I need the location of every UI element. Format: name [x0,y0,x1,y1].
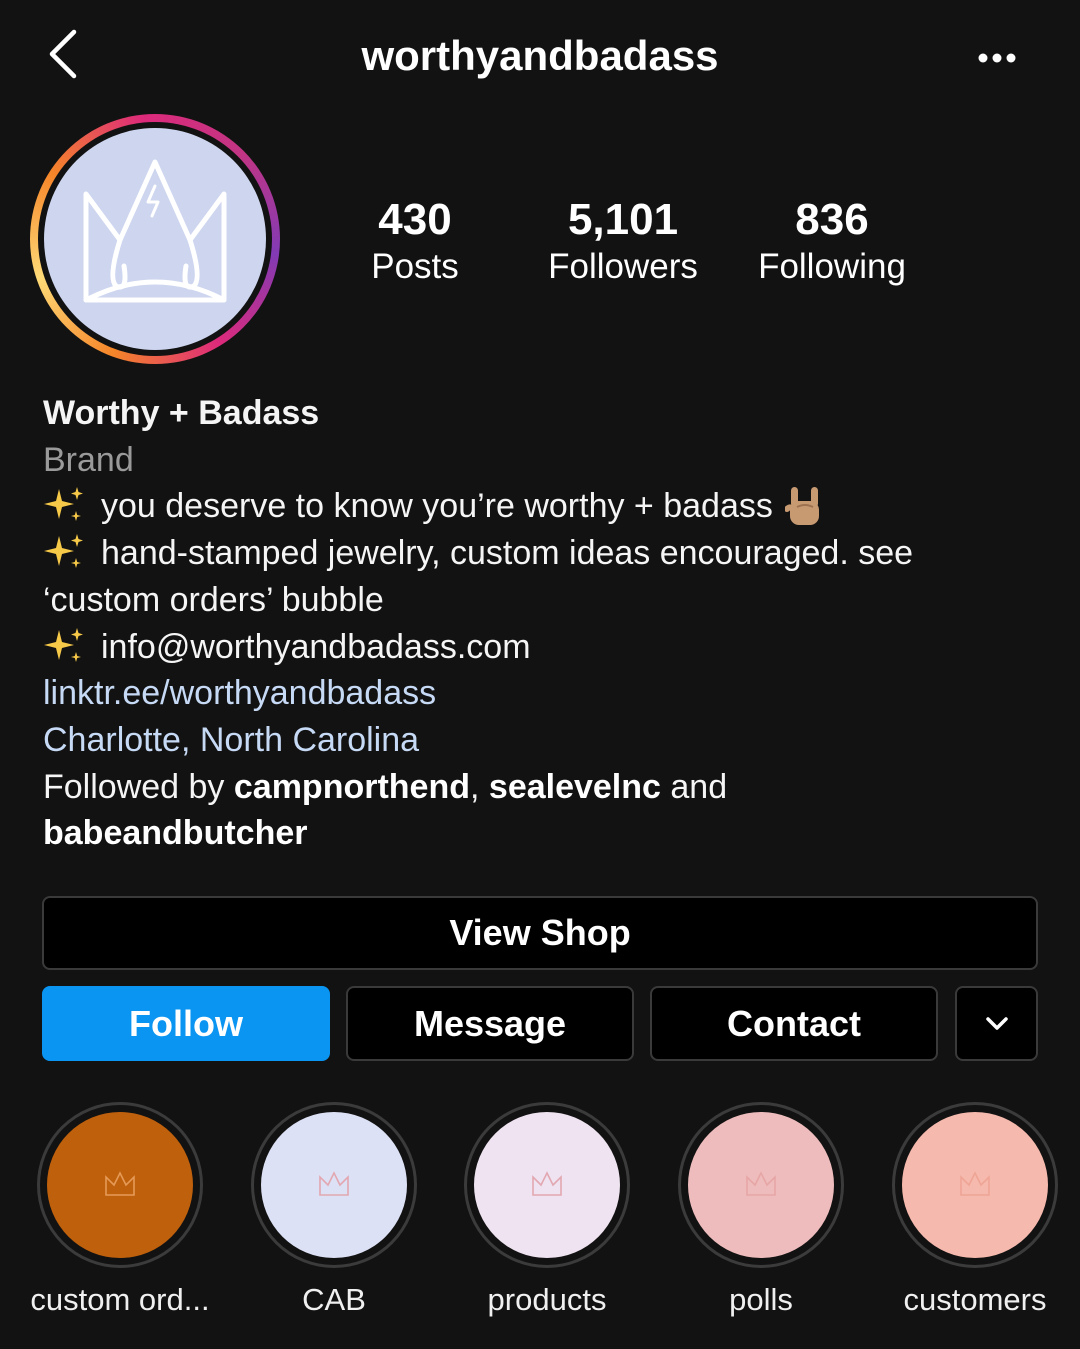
highlight-custom-orders[interactable]: custom ord... [13,1102,227,1318]
highlight-cover [474,1112,620,1258]
highlight-label: custom ord... [30,1282,210,1317]
crown-icon [319,1171,349,1196]
location-link[interactable]: Charlotte, North Carolina [43,717,1043,764]
view-shop-button[interactable]: View Shop [42,896,1038,970]
crown-icon [105,1171,135,1196]
posts-stat[interactable]: 430 Posts [320,196,510,290]
highlight-cover [902,1112,1048,1258]
bio-link[interactable]: linktr.ee/worthyandbadass [43,670,1043,717]
followers-label: Followers [548,247,698,286]
highlight-cover [47,1112,193,1258]
follower-name[interactable]: campnorthend [234,768,470,806]
highlight-label: CAB [302,1282,366,1317]
rock-on-hand-icon [784,487,819,526]
crown-icon [746,1171,776,1196]
follower-name[interactable]: babeandbutcher [43,814,307,852]
highlight-label: products [487,1282,607,1317]
follow-button[interactable]: Follow [42,986,330,1061]
crown-icon [960,1171,990,1196]
following-label: Following [758,247,906,286]
message-button[interactable]: Message [346,986,634,1061]
display-name: Worthy + Badass [43,394,320,432]
posts-label: Posts [371,247,459,286]
followers-stat[interactable]: 5,101 Followers [528,196,718,290]
more-horizontal-icon [978,53,1016,63]
bio-line-3: info@worthyandbadass.com [43,624,1043,671]
highlight-polls[interactable]: polls [654,1102,868,1318]
posts-count: 430 [378,195,452,244]
bio-text-1: you deserve to know you’re worthy + bada… [101,487,773,526]
chevron-down-icon [985,1016,1008,1030]
suggested-accounts-button[interactable] [955,986,1038,1061]
sparkles-icon [44,534,83,569]
bio-line-2: hand-stamped jewelry, custom ideas encou… [43,530,1043,577]
highlight-cover [688,1112,834,1258]
bio-email: info@worthyandbadass.com [101,627,531,666]
highlight-customers[interactable]: customers [868,1102,1080,1318]
crown-icon [532,1171,562,1196]
bio-text-2b: ‘custom orders’ bubble [43,580,384,619]
sparkles-icon [44,487,83,522]
highlight-label: polls [729,1282,793,1317]
followers-count: 5,101 [567,195,679,244]
bio-text-2: hand-stamped jewelry, custom ideas encou… [101,534,914,573]
followed-by[interactable]: Followed by campnorthend, sealevelnc and [43,764,1043,811]
crown-icon [83,159,227,303]
avatar[interactable] [44,128,266,350]
category-label: Brand [43,440,134,479]
contact-button[interactable]: Contact [650,986,938,1061]
followed-separator: , [470,767,480,806]
highlight-label: customers [903,1282,1047,1317]
more-options-button[interactable] [972,40,1022,76]
bio: Worthy + Badass Brand you deserve to kno… [43,390,1043,857]
sparkles-icon [44,627,83,662]
profile-username: worthyandbadass [361,32,719,79]
highlight-cab[interactable]: CAB [227,1102,441,1318]
followed-and: and [670,767,728,806]
bio-line-1: you deserve to know you’re worthy + bada… [43,483,1043,530]
highlight-cover [261,1112,407,1258]
following-count: 836 [795,195,869,244]
followed-by-prefix: Followed by [43,767,225,806]
follower-name[interactable]: sealevelnc [489,768,661,806]
highlight-products[interactable]: products [440,1102,654,1318]
following-stat[interactable]: 836 Following [737,196,927,290]
